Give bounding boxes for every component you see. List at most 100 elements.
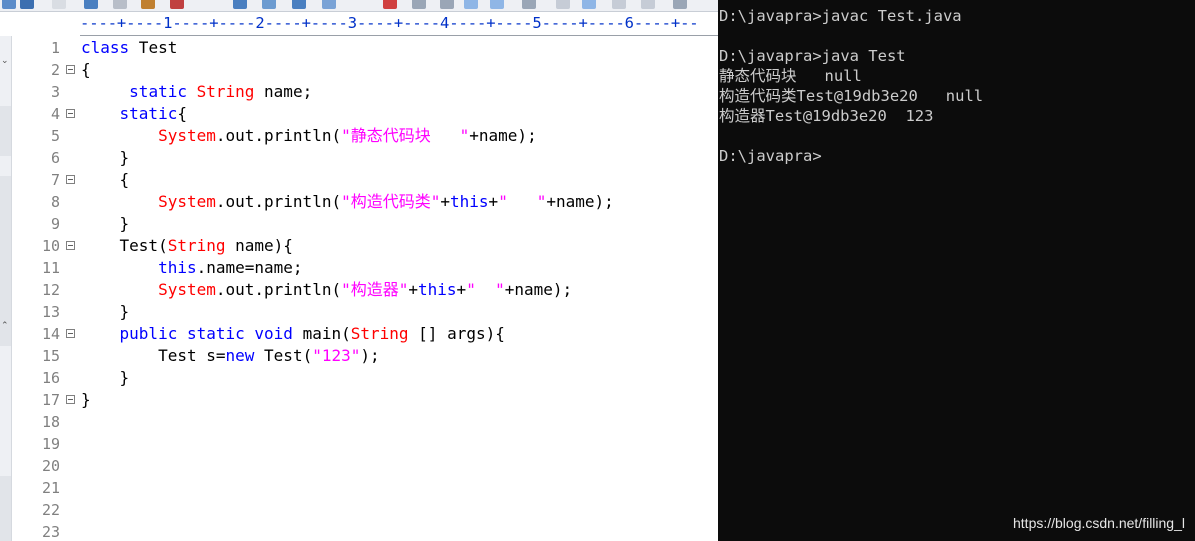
toolbar-settings-icon[interactable] bbox=[522, 0, 536, 9]
toolbar-panel-icon[interactable] bbox=[582, 0, 596, 9]
code-line[interactable]: 18 bbox=[12, 411, 718, 433]
code-line[interactable]: 12 System.out.println("构造器"+this+" "+nam… bbox=[12, 279, 718, 301]
toolbar-list-icon[interactable] bbox=[641, 0, 655, 9]
toolbar-save-icon[interactable] bbox=[84, 0, 98, 9]
toolbar-tile-icon[interactable] bbox=[612, 0, 626, 9]
fold-collapse-icon[interactable] bbox=[66, 329, 75, 338]
fold-collapse-icon[interactable] bbox=[66, 65, 75, 74]
code-text: { bbox=[81, 59, 91, 81]
side-strip-segment bbox=[0, 106, 11, 156]
toolbar-indent-icon[interactable] bbox=[440, 0, 454, 9]
toolbar-open-icon[interactable] bbox=[2, 0, 16, 9]
line-number: 17 bbox=[41, 391, 60, 409]
line-number: 6 bbox=[50, 149, 60, 167]
toolbar-wrap-icon[interactable] bbox=[464, 0, 478, 9]
code-line[interactable]: 5 System.out.println("静态代码块 "+name); bbox=[12, 125, 718, 147]
line-number: 10 bbox=[41, 237, 60, 255]
line-number: 19 bbox=[41, 435, 60, 453]
toolbar-redo-icon[interactable] bbox=[262, 0, 276, 9]
code-token: class bbox=[81, 38, 130, 57]
line-number: 18 bbox=[41, 413, 60, 431]
toolbar-find-icon[interactable] bbox=[292, 0, 306, 9]
code-line[interactable]: 17} bbox=[12, 389, 718, 411]
code-line[interactable]: 11 this.name=name; bbox=[12, 257, 718, 279]
toolbar-paste-icon[interactable] bbox=[141, 0, 155, 9]
code-token: { bbox=[177, 104, 187, 123]
line-number: 15 bbox=[41, 347, 60, 365]
code-line[interactable]: 10 Test(String name){ bbox=[12, 235, 718, 257]
code-line[interactable]: 23 bbox=[12, 521, 718, 541]
code-area[interactable]: 1 class Test 2{3 static String name; 4 stat… bbox=[12, 37, 718, 541]
code-text: { bbox=[81, 169, 130, 191]
line-number: 20 bbox=[41, 457, 60, 475]
line-number: 16 bbox=[41, 369, 60, 387]
toolbar-copy-icon[interactable] bbox=[113, 0, 127, 9]
toolbar-view-icon[interactable] bbox=[490, 0, 504, 9]
line-number: 3 bbox=[50, 83, 60, 101]
code-line[interactable]: 16 } bbox=[12, 367, 718, 389]
fold-collapse-icon[interactable] bbox=[66, 241, 75, 250]
code-line[interactable]: 4 static{ bbox=[12, 103, 718, 125]
command-prompt-window[interactable]: D:\javapra>javac Test.java D:\javapra>jav… bbox=[718, 0, 1195, 541]
code-token: .out.println( bbox=[215, 280, 342, 299]
toolbar-format-icon[interactable] bbox=[412, 0, 426, 9]
code-token: public bbox=[119, 324, 178, 343]
line-number: 12 bbox=[41, 281, 60, 299]
toolbar-dropdown-icon[interactable] bbox=[20, 0, 34, 9]
code-line[interactable]: 2{ bbox=[12, 59, 718, 81]
line-number: 2 bbox=[50, 61, 60, 79]
code-line[interactable]: 19 bbox=[12, 433, 718, 455]
line-number: 23 bbox=[41, 523, 60, 541]
toolbar-cut-icon[interactable] bbox=[170, 0, 184, 9]
console-line: D:\javapra>java Test bbox=[719, 47, 906, 65]
scroll-arrow-icon[interactable]: ⌃ bbox=[1, 321, 9, 331]
code-text: } bbox=[81, 389, 91, 411]
code-token: +name); bbox=[504, 280, 573, 299]
collapse-arrow-icon[interactable]: ⌄ bbox=[1, 56, 9, 66]
fold-collapse-icon[interactable] bbox=[66, 395, 75, 404]
code-line[interactable]: 9 } bbox=[12, 213, 718, 235]
code-token: } bbox=[81, 302, 130, 321]
ruler-gutter bbox=[0, 12, 80, 35]
code-token: this bbox=[450, 192, 489, 211]
code-token: String bbox=[196, 82, 255, 101]
code-token: [] args){ bbox=[408, 324, 505, 343]
code-token: System bbox=[158, 280, 216, 299]
editor-side-strip[interactable]: ⌄ ⌃ bbox=[0, 36, 12, 541]
code-token: " " bbox=[466, 280, 505, 299]
code-token: Test s= bbox=[81, 346, 226, 365]
toolbar-undo-icon[interactable] bbox=[233, 0, 247, 9]
code-line[interactable]: 8 System.out.println("构造代码类"+this+" "+na… bbox=[12, 191, 718, 213]
toolbar-window-icon[interactable] bbox=[556, 0, 570, 9]
code-token: "123" bbox=[312, 346, 361, 365]
toolbar-font-icon[interactable] bbox=[383, 0, 397, 9]
code-line[interactable]: 14 public static void main(String [] arg… bbox=[12, 323, 718, 345]
line-number: 9 bbox=[50, 215, 60, 233]
code-line[interactable]: 6 } bbox=[12, 147, 718, 169]
code-line[interactable]: 13 } bbox=[12, 301, 718, 323]
code-token: static bbox=[119, 104, 178, 123]
code-line[interactable]: 1 class Test bbox=[12, 37, 718, 59]
watermark: https://blog.csdn.net/filling_l bbox=[1013, 515, 1185, 531]
line-number: 13 bbox=[41, 303, 60, 321]
line-number: 7 bbox=[50, 171, 60, 189]
code-line[interactable]: 20 bbox=[12, 455, 718, 477]
code-text: } bbox=[81, 301, 130, 323]
code-token: System bbox=[158, 192, 216, 211]
code-line[interactable]: 3 static String name; bbox=[12, 81, 718, 103]
toolbar-help-icon[interactable] bbox=[673, 0, 687, 9]
code-line[interactable]: 15 Test s=new Test("123"); bbox=[12, 345, 718, 367]
code-line[interactable]: 21 bbox=[12, 477, 718, 499]
fold-collapse-icon[interactable] bbox=[66, 175, 75, 184]
fold-collapse-icon[interactable] bbox=[66, 109, 75, 118]
toolbar-new-icon[interactable] bbox=[52, 0, 66, 9]
toolbar-replace-icon[interactable] bbox=[322, 0, 336, 9]
line-number: 4 bbox=[50, 105, 60, 123]
code-line[interactable]: 7 { bbox=[12, 169, 718, 191]
code-line[interactable]: 22 bbox=[12, 499, 718, 521]
code-text: System.out.println("构造代码类"+this+" "+name… bbox=[81, 191, 614, 213]
code-token: "构造器" bbox=[341, 280, 409, 299]
